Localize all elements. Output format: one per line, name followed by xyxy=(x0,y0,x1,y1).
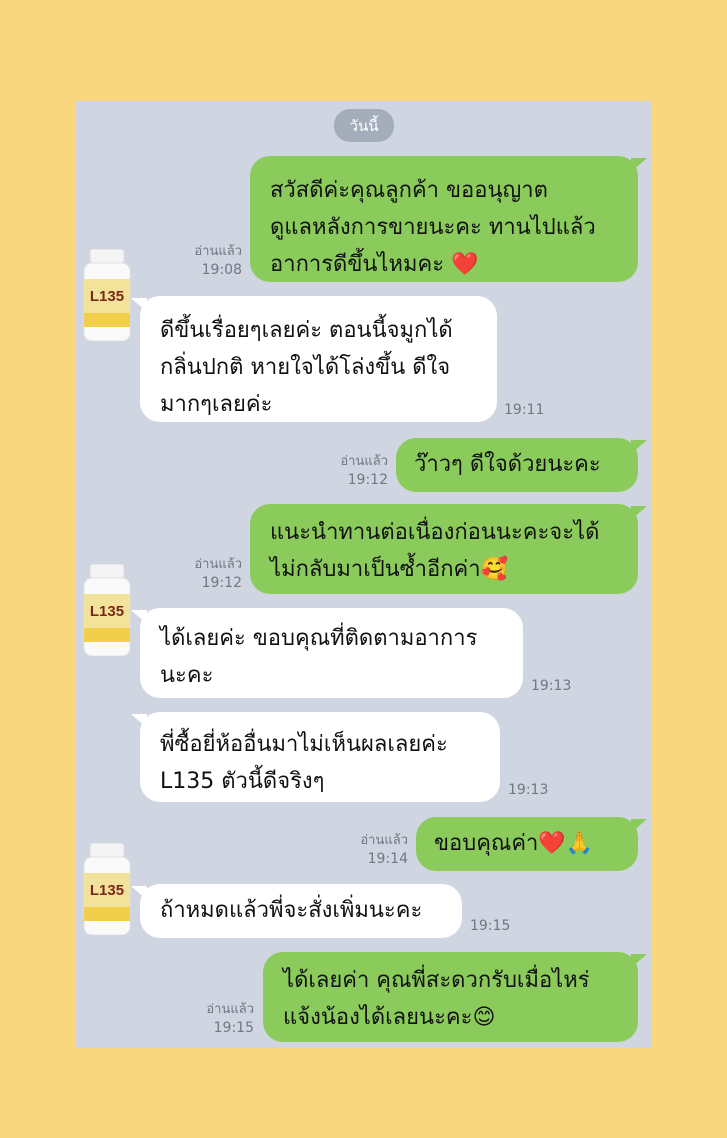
message-meta: อ่านแล้ว 19:12 xyxy=(318,453,388,489)
message-time: 19:15 xyxy=(213,1020,254,1036)
message-bubble-incoming[interactable]: ดีขึ้นเรื่อยๆเลยค่ะ ตอนนี้จมูกได้ กลิ่นป… xyxy=(131,296,497,422)
contact-avatar[interactable]: L135 xyxy=(82,248,132,342)
message-time: 19:12 xyxy=(347,472,388,488)
message-bubble-outgoing[interactable]: ได้เลยค่า คุณพี่สะดวกรับเมื่อไหร่ แจ้งน้… xyxy=(263,952,647,1042)
message-meta: อ่านแล้ว 19:14 xyxy=(338,832,408,868)
message-meta: อ่านแล้ว 19:08 xyxy=(172,243,242,279)
message-time: 19:12 xyxy=(201,575,242,591)
svg-text:L135: L135 xyxy=(90,603,124,620)
message-bubble-outgoing[interactable]: ขอบคุณค่า❤️🙏 xyxy=(416,817,647,871)
message-time: 19:15 xyxy=(470,918,511,934)
read-receipt: อ่านแล้ว xyxy=(340,454,388,469)
message-bubble-outgoing[interactable]: สวัสดีค่ะคุณลูกค้า ขออนุญาต ดูแลหลังการข… xyxy=(250,156,647,282)
message-bubble-incoming[interactable]: พี่ซื้อยี่ห้ออื่นมาไม่เห็นผลเลยค่ะ L135 … xyxy=(131,712,500,802)
contact-avatar[interactable]: L135 xyxy=(82,842,132,936)
product-bottle-icon: L135 xyxy=(83,842,131,936)
message-bubble-incoming[interactable]: ได้เลยค่ะ ขอบคุณที่ติดตามอาการ นะคะ xyxy=(131,608,523,698)
date-separator: วันนี้ xyxy=(334,109,394,142)
contact-avatar[interactable]: L135 xyxy=(82,563,132,657)
message-bubble-outgoing[interactable]: แนะนำทานต่อเนื่องก่อนนะคะจะได้ ไม่กลับมา… xyxy=(250,504,647,594)
product-bottle-icon: L135 xyxy=(83,563,131,657)
svg-text:L135: L135 xyxy=(90,882,124,899)
message-time: 19:13 xyxy=(508,782,549,798)
message-time: 19:08 xyxy=(201,262,242,278)
read-receipt: อ่านแล้ว xyxy=(360,833,408,848)
message-bubble-outgoing[interactable]: ว๊าวๆ ดีใจด้วยนะคะ xyxy=(396,438,647,492)
message-time: 19:11 xyxy=(504,402,545,418)
message-meta: อ่านแล้ว 19:12 xyxy=(172,556,242,592)
message-time: 19:13 xyxy=(531,678,572,694)
product-bottle-icon: L135 xyxy=(83,248,131,342)
read-receipt: อ่านแล้ว xyxy=(194,557,242,572)
message-bubble-incoming[interactable]: ถ้าหมดแล้วพี่จะสั่งเพิ่มนะคะ xyxy=(131,884,462,938)
svg-text:L135: L135 xyxy=(90,288,124,305)
chat-area[interactable]: วันนี้ อ่านแล้ว 19:08 สวัสดีค่ะคุณลูกค้า… xyxy=(76,101,652,1048)
message-time: 19:14 xyxy=(367,851,408,867)
read-receipt: อ่านแล้ว xyxy=(194,244,242,259)
read-receipt: อ่านแล้ว xyxy=(206,1002,254,1017)
message-meta: อ่านแล้ว 19:15 xyxy=(184,1001,254,1037)
